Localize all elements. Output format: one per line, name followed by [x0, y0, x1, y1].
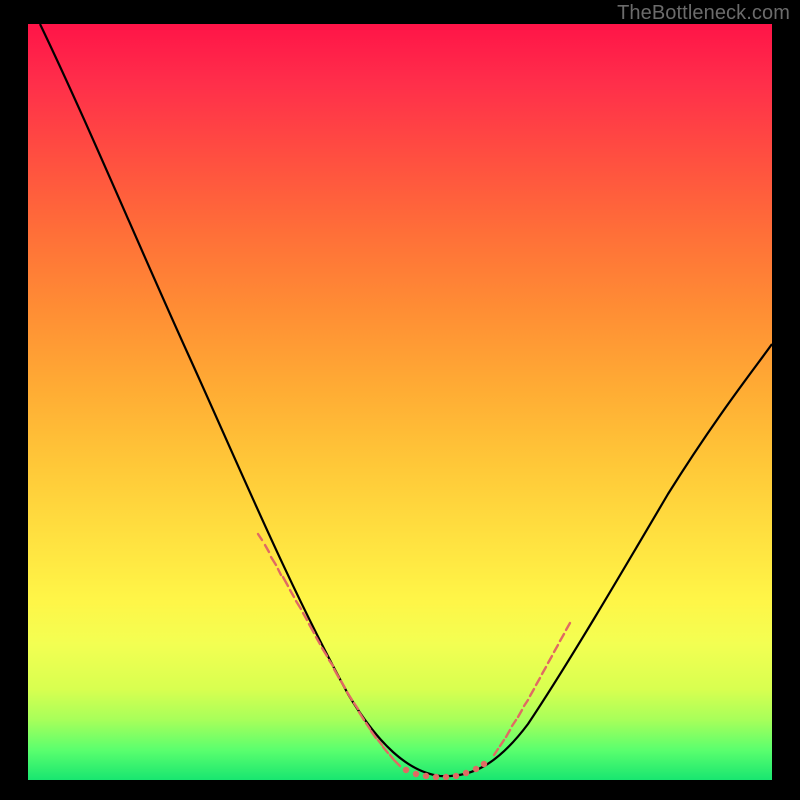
chart-frame: TheBottleneck.com: [0, 0, 800, 800]
valley-scatter: [403, 761, 487, 780]
left-noise-band: [258, 534, 400, 766]
right-noise-band: [494, 623, 570, 755]
bottleneck-curve: [28, 24, 772, 780]
main-curve-path: [40, 24, 772, 776]
plot-area: [28, 24, 772, 780]
watermark-label: TheBottleneck.com: [617, 2, 790, 25]
